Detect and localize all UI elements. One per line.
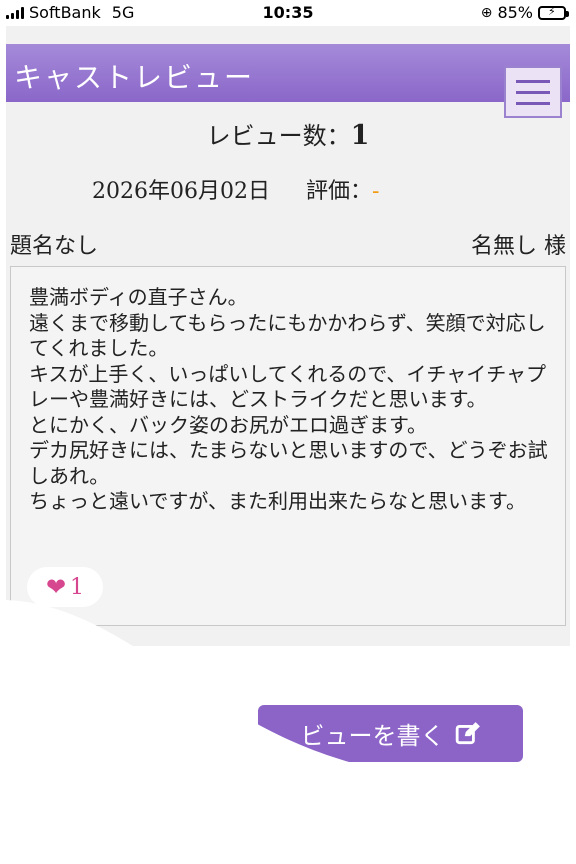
page-header: キャストレビュー xyxy=(6,44,570,102)
page-title: キャストレビュー xyxy=(14,61,255,94)
orientation-lock-icon: ⊕ xyxy=(480,4,493,21)
review-date: 2026年06月02日 xyxy=(92,179,270,204)
review-body: 豊満ボディの直子さん。 遠くまで移動してもらったにもかかわらず、笑顔で対応してく… xyxy=(29,285,548,513)
review-count: レビュー数：1 xyxy=(6,116,570,151)
review-count-label: レビュー数： xyxy=(206,122,351,150)
battery-percent: 85% xyxy=(497,3,533,22)
review-page: キャストレビュー レビュー数：1 2026年06月02日 評価：- 題名なし 名… xyxy=(6,26,570,646)
rating-label: 評価： xyxy=(305,179,372,204)
hamburger-icon[interactable] xyxy=(504,66,562,118)
rating-value: - xyxy=(372,179,380,204)
status-bar: SoftBank 5G 10:35 ⊕ 85% ⚡ xyxy=(0,0,576,26)
review-meta: 2026年06月02日 評価：- xyxy=(92,173,379,205)
review-title: 題名なし xyxy=(10,234,99,259)
battery-group: ⊕ 85% ⚡ xyxy=(480,3,569,22)
rating: 評価：- xyxy=(306,173,379,205)
reviewer-name: 名無し 様 xyxy=(471,234,566,259)
page-curl-overlay xyxy=(0,600,576,864)
review-count-value: 1 xyxy=(350,120,370,151)
review-heading: 題名なし 名無し 様 xyxy=(10,228,566,260)
battery-icon: ⚡ xyxy=(538,5,569,20)
